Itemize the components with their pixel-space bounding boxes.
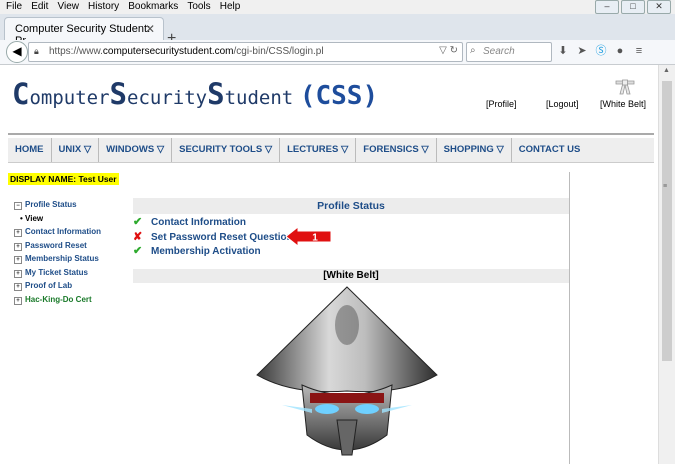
warrior-hat-mascot-image (256, 286, 438, 456)
sidebar-item-contact-information[interactable]: + Contact Information (14, 227, 119, 241)
profile-link[interactable]: [Profile] (486, 99, 517, 109)
tab-bar: Computer Security Student: Pr... ✕ + (0, 14, 675, 47)
checkmark-icon: ✔ (133, 245, 143, 257)
white-belt-icon (615, 79, 635, 95)
menu-bar: File Edit View History Bookmarks Tools H… (0, 0, 675, 14)
x-mark-icon: ✘ (133, 231, 143, 243)
sidebar-item-password-reset[interactable]: + Password Reset (14, 241, 119, 255)
expand-icon[interactable]: + (14, 283, 22, 291)
nav-lectures[interactable]: LECTURES ▽ (280, 138, 357, 162)
callout-arrow: 1 (285, 226, 332, 247)
lock-icon: 🔒︎ (34, 46, 39, 56)
main-nav: HOME UNIX ▽ WINDOWS ▽ SECURITY TOOLS ▽ L… (8, 138, 654, 162)
callout-number: 1 (312, 233, 318, 244)
site-logo[interactable]: ComputerSecurityStudent (CSS) (12, 77, 378, 111)
belt-link[interactable]: [White Belt] (600, 99, 646, 109)
expand-icon[interactable]: + (14, 296, 22, 305)
search-input[interactable]: ⌕ Search (466, 42, 552, 62)
download-icon[interactable]: ⬇ (556, 43, 570, 59)
status-membership-activation[interactable]: ✔ Membership Activation (133, 244, 261, 257)
sidebar-item-profile-status[interactable]: − Profile Status (14, 200, 119, 214)
menu-bookmarks[interactable]: Bookmarks (128, 0, 178, 14)
sidebar-item-hac-king-do-cert[interactable]: + Hac-King-Do Cert (14, 295, 119, 309)
scroll-up-icon[interactable]: ▲ (663, 67, 670, 74)
scroll-grip-icon: ≡ (663, 183, 668, 190)
nav-forensics[interactable]: FORENSICS ▽ (356, 138, 437, 162)
close-tab-icon[interactable]: ✕ (145, 22, 155, 36)
expand-icon[interactable]: + (14, 256, 22, 264)
expand-icon[interactable]: + (14, 269, 22, 278)
search-icon: ⌕ (470, 45, 476, 56)
sidebar-item-membership-status[interactable]: + Membership Status (14, 254, 119, 268)
minimize-icon[interactable]: – (595, 0, 619, 14)
nav-unix[interactable]: UNIX ▽ (52, 138, 100, 162)
divider (8, 162, 654, 163)
menu-view[interactable]: View (57, 0, 79, 14)
nav-shopping[interactable]: SHOPPING ▽ (437, 138, 512, 162)
send-icon[interactable]: ➤ (575, 43, 589, 59)
page-content: ComputerSecurityStudent (CSS) [Profile] … (0, 65, 658, 464)
status-contact-information[interactable]: ✔ Contact Information (133, 215, 246, 228)
search-placeholder: Search (483, 46, 515, 57)
address-bar[interactable]: 🔒︎ https://www.computersecuritystudent.c… (28, 42, 463, 62)
collapse-icon[interactable]: − (14, 202, 22, 210)
belt-heading: [White Belt] (133, 269, 569, 283)
checkmark-icon: ✔ (133, 216, 143, 228)
skype-icon[interactable]: Ⓢ (594, 43, 608, 59)
expand-icon[interactable]: + (14, 229, 22, 237)
sidebar-item-proof-of-lab[interactable]: + Proof of Lab (14, 281, 119, 295)
nav-home[interactable]: HOME (8, 138, 52, 162)
url-text: https://www.computersecuritystudent.com/… (49, 46, 324, 57)
menu-edit[interactable]: Edit (31, 0, 48, 14)
nav-contact-us[interactable]: CONTACT US (512, 138, 588, 162)
menu-file[interactable]: File (6, 0, 22, 14)
menu-tools[interactable]: Tools (187, 0, 210, 14)
expand-icon[interactable]: + (14, 242, 22, 251)
window-controls: – □ ✕ (595, 0, 671, 14)
toolbar-icons: ⬇ ➤ Ⓢ ● ≡ (556, 43, 646, 59)
sidebar-item-my-ticket-status[interactable]: + My Ticket Status (14, 268, 119, 282)
reload-icon[interactable]: ▽ ↻ (439, 45, 458, 56)
display-name: DISPLAY NAME: Test User (8, 173, 119, 185)
browser-tab[interactable]: Computer Security Student: Pr... ✕ (4, 17, 164, 47)
divider (8, 133, 654, 135)
vertical-scrollbar[interactable]: ▲ ≡ (658, 65, 675, 464)
scrollbar-thumb[interactable] (662, 81, 672, 361)
status-set-password-reset-question[interactable]: ✘ Set Password Reset Question (133, 230, 293, 243)
sidebar: − Profile Status • View + Contact Informat… (14, 200, 119, 308)
chat-icon[interactable]: ● (613, 43, 627, 59)
menu-history[interactable]: History (88, 0, 119, 14)
back-arrow-icon[interactable]: ◀ (6, 41, 28, 63)
nav-security-tools[interactable]: SECURITY TOOLS ▽ (172, 138, 281, 162)
divider (569, 172, 570, 464)
nav-windows[interactable]: WINDOWS ▽ (99, 138, 173, 162)
logout-link[interactable]: [Logout] (546, 99, 579, 109)
hamburger-menu-icon[interactable]: ≡ (632, 43, 646, 59)
maximize-icon[interactable]: □ (621, 0, 645, 14)
profile-status-heading: Profile Status (133, 198, 569, 214)
sidebar-item-view[interactable]: • View (14, 214, 119, 228)
menu-help[interactable]: Help (220, 0, 241, 14)
close-window-icon[interactable]: ✕ (647, 0, 671, 14)
navigation-bar: ◀ 🔒︎ https://www.computersecuritystudent… (0, 40, 675, 65)
